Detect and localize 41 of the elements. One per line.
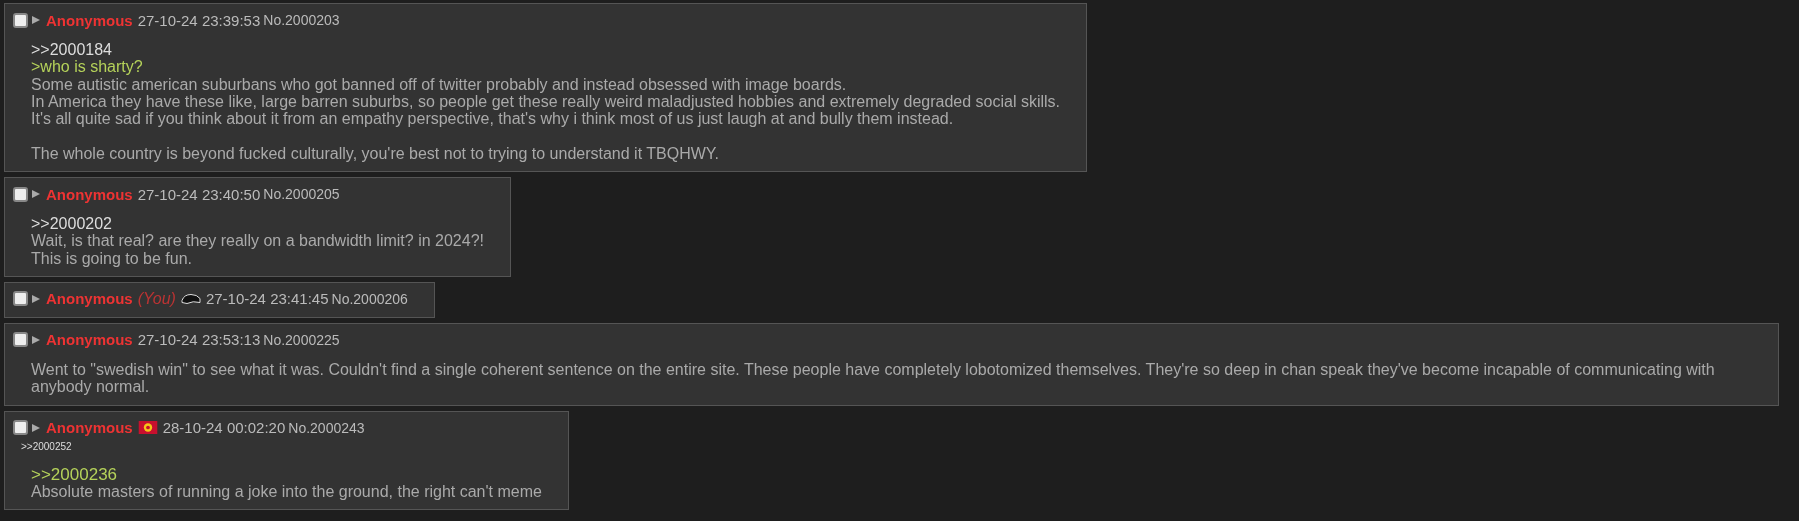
expand-arrow-icon[interactable]: [31, 422, 41, 433]
post-text: Some autistic american suburbans who got banned off of twitter probably and instead obsessed with image boards.: [31, 75, 847, 93]
cap-icon: [180, 292, 201, 306]
expand-arrow-icon[interactable]: [31, 293, 41, 304]
flag-icon: [137, 421, 158, 435]
backlink[interactable]: >>2000252: [21, 440, 72, 452]
post-date: 28-10-24 00:02:20: [162, 419, 286, 437]
expand-arrow-icon[interactable]: [31, 189, 41, 200]
post-text: Absolute masters of running a joke into the ground, the right can't meme: [31, 482, 542, 500]
you-marker: (You): [137, 289, 176, 308]
expand-arrow-icon[interactable]: [31, 334, 41, 345]
poster-name: Anonymous: [46, 11, 133, 29]
post-number[interactable]: No.2000243: [288, 419, 365, 436]
post-checkbox[interactable]: [13, 291, 28, 307]
post-number[interactable]: No.2000225: [263, 331, 340, 348]
post-text: Went to "swedish win" to see what it was. Couldn't find a single coherent sentence on the entire site. These people have completely lobotomized themselves. They're so deep in chan speak they've become incapable of communicating with anybody normal.: [31, 360, 1715, 396]
quote-link[interactable]: >>2000184: [31, 41, 112, 58]
post-date: 27-10-24 23:39:53: [137, 11, 261, 29]
expand-arrow-icon[interactable]: [31, 15, 41, 25]
post-date: 27-10-24 23:53:13: [137, 331, 261, 349]
post-number[interactable]: No.2000203: [263, 12, 340, 28]
quote-link[interactable]: >>2000202: [31, 215, 112, 233]
post-number[interactable]: No.2000205: [263, 186, 340, 203]
poster-name: Anonymous: [46, 185, 133, 203]
poster-name: Anonymous: [46, 290, 133, 308]
quote-link[interactable]: >>2000236: [31, 464, 118, 484]
post-text: Wait, is that real? are they really on a bandwidth limit? in 2024?!: [31, 232, 484, 250]
post-text: It's all quite sad if you think about it from an empathy perspective, that's why i think most of us just laugh at and bully them instead.: [31, 110, 954, 128]
post-checkbox[interactable]: [13, 186, 28, 202]
post-date: 27-10-24 23:41:45: [205, 290, 329, 308]
post-text: The whole country is beyond fucked culturally, you're best not to trying to understand it TBQHWY.: [31, 144, 719, 162]
post-checkbox[interactable]: [13, 420, 28, 436]
poster-name: Anonymous: [46, 331, 133, 349]
post-text: In America they have these like, large barren suburbs, so people get these really weird maladjusted hobbies and extremely degraded social skills.: [31, 92, 1060, 110]
post-date: 27-10-24 23:40:50: [137, 185, 261, 203]
poster-name: Anonymous: [46, 419, 133, 437]
post-checkbox[interactable]: [13, 12, 28, 28]
post-text: This is going to be fun.: [31, 249, 192, 267]
post-checkbox[interactable]: [13, 332, 28, 348]
greentext-line: >who is sharty?: [31, 58, 143, 76]
post-number[interactable]: No.2000206: [331, 290, 408, 307]
